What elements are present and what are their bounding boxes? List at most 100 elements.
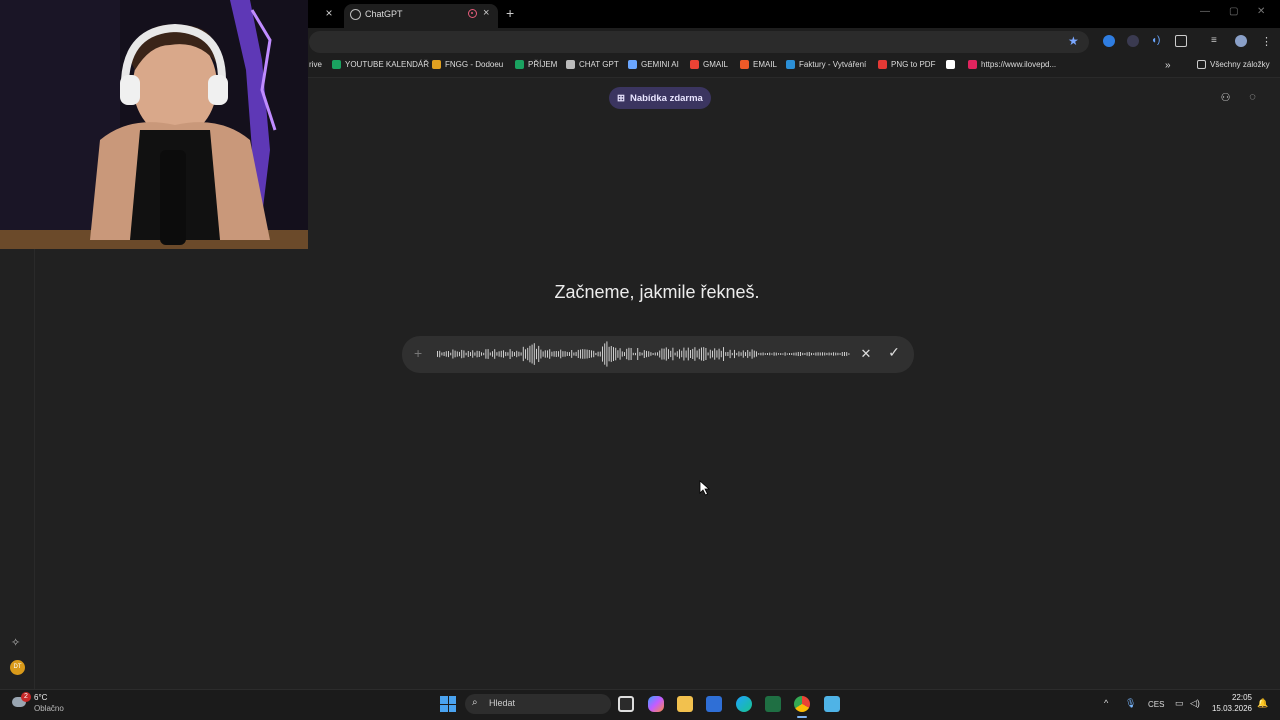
extension-icon[interactable] <box>1127 35 1139 47</box>
excel-icon[interactable] <box>765 696 781 712</box>
waveform-bar <box>586 349 588 359</box>
waveform-bar <box>544 350 546 358</box>
waveform-bar <box>778 353 779 355</box>
outlook-icon[interactable] <box>706 696 722 712</box>
bookmark-item[interactable]: EMAIL <box>740 60 777 69</box>
extensions-icon[interactable] <box>1175 35 1187 47</box>
bookmarks-overflow-button[interactable]: » <box>1165 60 1171 71</box>
bookmark-item[interactable]: rive <box>309 60 322 69</box>
waveform-bar <box>553 351 555 357</box>
task-view-icon[interactable] <box>618 696 634 712</box>
notifications-icon[interactable]: 🔔 <box>1257 698 1268 709</box>
bookmark-item[interactable]: Faktury - Vytváření <box>786 60 866 69</box>
bookmark-item[interactable]: YOUTUBE KALENDÁŘ <box>332 60 429 69</box>
waveform-bar <box>736 352 738 356</box>
clock-time[interactable]: 22:05 <box>1212 693 1252 702</box>
minimize-icon[interactable]: — <box>1200 6 1210 17</box>
free-offer-button[interactable]: ⊞ Nabídka zdarma <box>609 87 711 109</box>
waveform-bar <box>562 351 564 357</box>
bookmark-label: PŘÍJEM <box>528 60 558 69</box>
language-indicator[interactable]: CES <box>1148 700 1164 709</box>
waveform-bar <box>591 350 592 358</box>
sheets-icon <box>515 60 524 69</box>
close-tab-icon[interactable]: × <box>322 6 336 20</box>
waveform-bar <box>687 347 689 361</box>
waveform-bar <box>729 349 731 359</box>
edge-icon[interactable] <box>736 696 752 712</box>
menu-icon[interactable]: ⋮ <box>1261 35 1273 48</box>
bookmark-item[interactable]: GMAIL <box>690 60 728 69</box>
add-person-icon[interactable]: ⚇ <box>1219 91 1232 104</box>
s-icon <box>946 60 955 69</box>
close-tab-icon[interactable]: × <box>483 7 489 19</box>
waveform-bar <box>824 352 826 356</box>
waveform-bar <box>674 352 676 356</box>
waveform-bar <box>659 350 661 358</box>
new-tab-button[interactable]: + <box>506 5 514 21</box>
heart-icon <box>968 60 977 69</box>
copilot-icon[interactable] <box>648 696 664 712</box>
microphone-icon[interactable]: 🎙 <box>1125 698 1136 709</box>
user-avatar[interactable]: DT <box>10 660 25 675</box>
address-bar[interactable] <box>309 31 1089 53</box>
weather-condition[interactable]: Oblačno <box>34 704 64 713</box>
extension-icon[interactable] <box>1103 35 1115 47</box>
bookmark-item[interactable]: CHAT GPT <box>566 60 619 69</box>
waveform-bar <box>718 348 720 360</box>
waveform-bar <box>463 350 465 358</box>
plus-icon[interactable]: + <box>414 345 422 361</box>
waveform-bar <box>602 346 603 362</box>
bookmark-item[interactable]: PNG to PDF <box>878 60 935 69</box>
maximize-icon[interactable]: ▢ <box>1229 6 1238 17</box>
volume-icon[interactable]: ◁) <box>1190 698 1200 709</box>
waveform-bar <box>841 352 843 356</box>
waveform-bar <box>720 350 722 358</box>
clock-date[interactable]: 15.03.2026 <box>1203 704 1252 713</box>
weather-temp[interactable]: 6°C <box>34 693 47 702</box>
file-explorer-icon[interactable] <box>677 696 693 712</box>
tab-chatgpt[interactable]: ChatGPT × <box>344 4 498 28</box>
waveform-bar <box>593 350 595 358</box>
bookmark-star-icon[interactable]: ★ <box>1068 34 1079 48</box>
waveform-bar <box>782 353 784 355</box>
window-close-icon[interactable]: ✕ <box>1257 6 1265 17</box>
webcam-overlay <box>0 0 308 249</box>
temporary-chat-icon[interactable]: ◌ <box>1246 91 1259 104</box>
waveform-bar <box>439 350 441 358</box>
confirm-dictation-button[interactable]: ✓ <box>886 344 902 361</box>
waveform-bar <box>742 350 744 358</box>
bookmark-item[interactable]: https://www.ilovepd... <box>968 60 1056 69</box>
bookmark-item[interactable]: GEMINI AI <box>628 60 679 69</box>
waveform-bar <box>452 349 454 359</box>
waveform-bar <box>817 352 819 356</box>
all-bookmarks-button[interactable]: Všechny záložky <box>1197 60 1270 69</box>
waveform-bar <box>582 349 584 359</box>
waveform-bar <box>646 350 647 358</box>
bookmark-item[interactable]: PŘÍJEM <box>515 60 557 69</box>
waveform-bar <box>511 351 513 357</box>
waveform-bar <box>668 349 669 359</box>
waveform-bar <box>758 353 760 355</box>
waveform-bar <box>709 349 711 359</box>
bookmark-item[interactable] <box>946 60 959 69</box>
sparkle-icon[interactable]: ✧ <box>11 636 20 649</box>
windows-start-icon[interactable] <box>440 696 456 712</box>
cancel-dictation-button[interactable]: ✕ <box>859 346 873 362</box>
audio-extension-icon[interactable]: ◖) <box>1151 35 1163 47</box>
waveform-bar <box>467 351 469 357</box>
chrome-icon[interactable] <box>794 696 810 712</box>
notepad-icon[interactable] <box>824 696 840 712</box>
waveform-bar <box>756 351 757 357</box>
network-icon[interactable]: ▭ <box>1175 698 1184 709</box>
taskbar <box>0 689 1280 720</box>
chevron-up-icon[interactable]: ^ <box>1104 698 1108 708</box>
waveform-bar <box>723 347 724 361</box>
taskbar-search[interactable]: ⌕ Hledat <box>465 694 611 714</box>
waveform-bar <box>478 351 480 357</box>
profile-avatar[interactable] <box>1235 35 1247 47</box>
waveform-bar <box>650 352 652 356</box>
bookmark-item[interactable]: FNGG - Dodoeu <box>432 60 503 69</box>
audio-waveform <box>437 341 850 367</box>
waveform-bar <box>498 351 500 357</box>
media-icon[interactable]: ≡ <box>1211 35 1223 47</box>
